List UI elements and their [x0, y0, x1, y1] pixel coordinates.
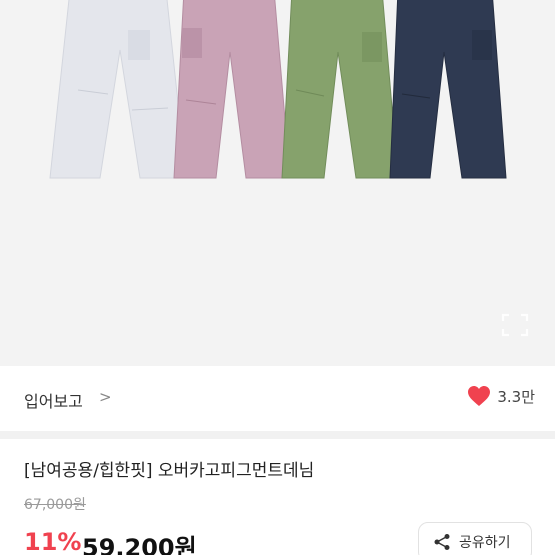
pants-navy	[388, 0, 508, 180]
product-image[interactable]	[0, 0, 555, 366]
share-icon	[434, 534, 450, 550]
pants-light-gray	[48, 0, 188, 180]
seller-name[interactable]: 입어보고	[24, 388, 83, 412]
seller-row[interactable]: 입어보고 > 3.3만	[0, 366, 555, 431]
pants-green	[280, 0, 400, 180]
heart-icon	[468, 386, 491, 406]
discount-rate: 11%	[24, 528, 82, 555]
chevron-right-icon: >	[99, 388, 112, 406]
expand-icon[interactable]	[500, 312, 530, 338]
share-button[interactable]: 공유하기	[418, 522, 532, 555]
product-title: [남여공용/힙한핏] 오버카고피그먼트데님	[24, 461, 315, 481]
like-button[interactable]: 3.3만	[467, 385, 535, 407]
sale-price: 59,200원	[82, 534, 197, 555]
pants-pink	[172, 0, 292, 180]
like-count: 3.3만	[497, 387, 535, 406]
section-divider	[0, 431, 555, 439]
original-price: 67,000원	[24, 497, 86, 513]
share-label: 공유하기	[459, 535, 511, 551]
